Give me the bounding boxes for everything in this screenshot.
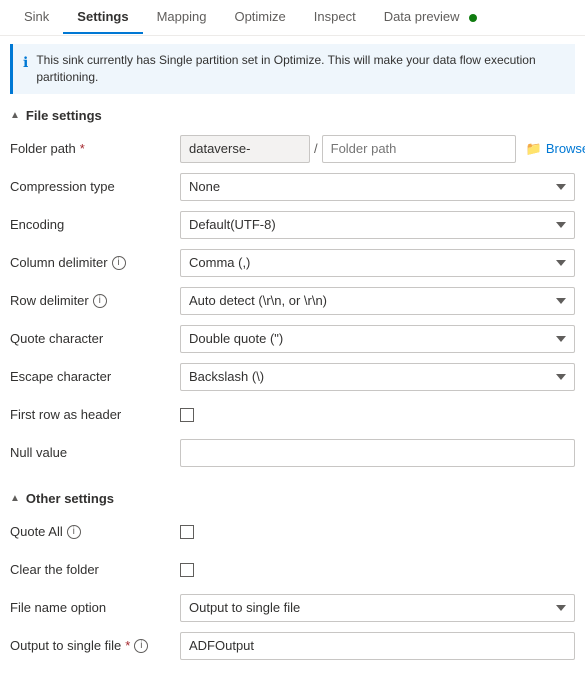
quote-character-control: Double quote (") Single quote (')	[180, 325, 575, 353]
info-icon: ℹ	[23, 53, 28, 73]
other-settings-header[interactable]: ▲ Other settings	[0, 485, 585, 512]
file-name-option-control: Output to single file Default Per partit…	[180, 594, 575, 622]
tab-settings[interactable]: Settings	[63, 1, 142, 34]
escape-character-control: Backslash (\) Double quote (")	[180, 363, 575, 391]
first-row-header-control	[180, 407, 575, 423]
clear-folder-row: Clear the folder	[10, 554, 575, 586]
quote-all-label: Quote All i	[10, 524, 180, 539]
output-single-required: *	[125, 638, 130, 653]
other-settings-body: Quote All i Clear the folder File name o…	[0, 512, 585, 678]
folder-path-required: *	[80, 141, 85, 156]
null-value-input[interactable]	[180, 439, 575, 467]
quote-character-select[interactable]: Double quote (") Single quote (')	[180, 325, 575, 353]
first-row-header-row: First row as header	[10, 399, 575, 431]
quote-all-row: Quote All i	[10, 516, 575, 548]
null-value-label: Null value	[10, 445, 180, 460]
escape-character-row: Escape character Backslash (\) Double qu…	[10, 361, 575, 393]
row-delimiter-tip[interactable]: i	[93, 294, 107, 308]
encoding-label: Encoding	[10, 217, 180, 232]
null-value-control	[180, 439, 575, 467]
folder-icon: 📁	[526, 141, 542, 157]
data-preview-status-dot	[469, 14, 477, 22]
compression-type-control: None Gzip Deflate	[180, 173, 575, 201]
escape-character-label: Escape character	[10, 369, 180, 384]
encoding-control: Default(UTF-8) UTF-8 UTF-16	[180, 211, 575, 239]
output-single-file-control	[180, 632, 575, 660]
column-delimiter-row: Column delimiter i Comma (,) Tab (\t) Se…	[10, 247, 575, 279]
tab-mapping[interactable]: Mapping	[143, 1, 221, 34]
row-delimiter-control: Auto detect (\r\n, or \r\n) \r\n \n	[180, 287, 575, 315]
tab-inspect[interactable]: Inspect	[300, 1, 370, 34]
column-delimiter-select[interactable]: Comma (,) Tab (\t) Semicolon (;) Pipe (|…	[180, 249, 575, 277]
column-delimiter-label: Column delimiter i	[10, 255, 180, 270]
row-delimiter-label: Row delimiter i	[10, 293, 180, 308]
output-single-tip[interactable]: i	[134, 639, 148, 653]
compression-type-select[interactable]: None Gzip Deflate	[180, 173, 575, 201]
folder-path-row: Folder path * / 📁 Browse	[10, 133, 575, 165]
folder-path-input[interactable]	[180, 135, 310, 163]
other-collapse-icon: ▲	[10, 493, 20, 504]
info-banner-text: This sink currently has Single partition…	[36, 52, 565, 86]
clear-folder-control	[180, 562, 575, 578]
tab-optimize[interactable]: Optimize	[220, 1, 299, 34]
column-delimiter-tip[interactable]: i	[112, 256, 126, 270]
tab-sink[interactable]: Sink	[10, 1, 63, 34]
first-row-header-label: First row as header	[10, 407, 180, 422]
column-delimiter-control: Comma (,) Tab (\t) Semicolon (;) Pipe (|…	[180, 249, 575, 277]
row-delimiter-select[interactable]: Auto detect (\r\n, or \r\n) \r\n \n	[180, 287, 575, 315]
collapse-icon: ▲	[10, 110, 20, 121]
escape-character-select[interactable]: Backslash (\) Double quote (")	[180, 363, 575, 391]
encoding-row: Encoding Default(UTF-8) UTF-8 UTF-16	[10, 209, 575, 241]
file-name-option-label: File name option	[10, 600, 180, 615]
folder-path-group: / 📁 Browse	[180, 135, 585, 163]
row-delimiter-row: Row delimiter i Auto detect (\r\n, or \r…	[10, 285, 575, 317]
folder-subpath-input[interactable]	[322, 135, 516, 163]
quote-character-row: Quote character Double quote (") Single …	[10, 323, 575, 355]
file-settings-body: Folder path * / 📁 Browse Compression typ…	[0, 129, 585, 485]
compression-type-row: Compression type None Gzip Deflate	[10, 171, 575, 203]
first-row-header-checkbox[interactable]	[180, 408, 194, 422]
other-settings-label: Other settings	[26, 491, 114, 506]
output-single-file-label: Output to single file * i	[10, 638, 180, 653]
compression-type-label: Compression type	[10, 179, 180, 194]
file-settings-header[interactable]: ▲ File settings	[0, 102, 585, 129]
file-name-option-row: File name option Output to single file D…	[10, 592, 575, 624]
folder-separator: /	[314, 141, 318, 156]
folder-path-label: Folder path *	[10, 141, 180, 156]
output-single-file-input[interactable]	[180, 632, 575, 660]
browse-button[interactable]: 📁 Browse	[520, 137, 585, 161]
quote-character-label: Quote character	[10, 331, 180, 346]
file-settings-label: File settings	[26, 108, 102, 123]
quote-all-checkbox[interactable]	[180, 525, 194, 539]
output-single-file-row: Output to single file * i	[10, 630, 575, 662]
info-banner: ℹ This sink currently has Single partiti…	[10, 44, 575, 94]
clear-folder-checkbox[interactable]	[180, 563, 194, 577]
clear-folder-label: Clear the folder	[10, 562, 180, 577]
quote-all-control	[180, 524, 575, 540]
null-value-row: Null value	[10, 437, 575, 469]
tab-data-preview[interactable]: Data preview	[370, 1, 492, 34]
quote-all-tip[interactable]: i	[67, 525, 81, 539]
encoding-select[interactable]: Default(UTF-8) UTF-8 UTF-16	[180, 211, 575, 239]
tab-bar: Sink Settings Mapping Optimize Inspect D…	[0, 0, 585, 36]
file-name-option-select[interactable]: Output to single file Default Per partit…	[180, 594, 575, 622]
